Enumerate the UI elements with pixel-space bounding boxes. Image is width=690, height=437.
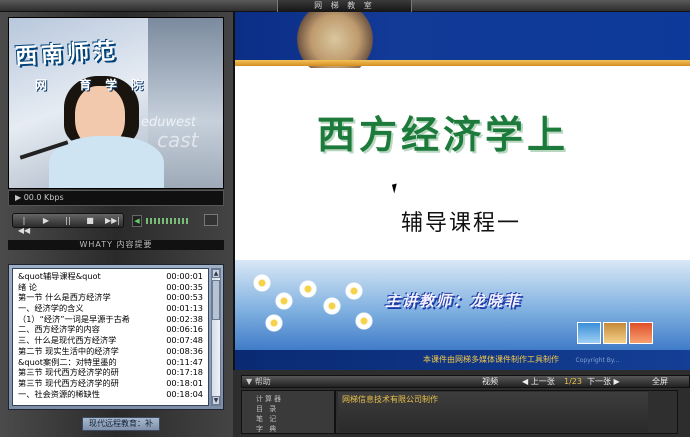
list-item[interactable]: 第一节 什么是西方经济学 00:00:53 <box>15 292 206 303</box>
slide-footer-text: 本课件由网梯多媒体课件制作工具制作 <box>423 355 559 364</box>
stop-button[interactable]: ■ <box>83 216 97 226</box>
help-menu[interactable]: ▼ 帮助 <box>246 376 271 387</box>
flower-icon <box>299 280 317 298</box>
institution-footer: 现代远程教育：补 <box>82 417 160 431</box>
playback-controls: |◀◀ ▶ || ■ ▶▶| ◀ <box>8 210 224 235</box>
slide-footer-copyright: Copyright By... <box>575 357 620 364</box>
marquee-text: 网梯信息技术有限公司制作 <box>342 395 438 404</box>
list-item[interactable]: 一、经济学的含义 00:01:13 <box>15 303 206 314</box>
contents-header: WHATY 内容提要 <box>8 240 224 250</box>
flower-icon <box>253 274 271 292</box>
landscape-icon <box>577 322 601 344</box>
outline-scrollbar[interactable]: ▲ ▼ <box>211 268 221 406</box>
outline-list: &quot辅导课程&quot 00:00:01 绪 论 00:00:35 第一节 什… <box>12 268 209 406</box>
flower-icon <box>355 312 373 330</box>
school-logo-line1: 西南师范 <box>14 38 120 70</box>
slide-view: 西方经济学上 辅导课程一 主讲教师：龙晓菲 本课件由网梯多媒体课件制作工具制作 … <box>233 12 690 370</box>
video-player[interactable]: 西南师范 网 育学院 eduwest cast <box>8 17 224 189</box>
lecturer-name: 主讲教师：龙晓菲 <box>385 292 522 310</box>
info-marquee: 网梯信息技术有限公司制作 <box>335 390 678 434</box>
skip-back-button[interactable]: |◀◀ <box>17 216 31 235</box>
list-item[interactable]: 第三节 现代西方经济学的研 00:18:01 <box>15 378 206 389</box>
bottom-toolbar: ▼ 帮助 视频 ◀ 上一张 1/23 下一张 ▶ 全屏 计算器 目 录 笔 记 … <box>233 370 690 437</box>
list-item[interactable]: 三、什么是现代西方经济学 00:07:48 <box>15 335 206 346</box>
minimize-video-button[interactable] <box>204 214 218 226</box>
apple-icon <box>629 322 653 344</box>
list-item[interactable]: &quot案例二：对特里墨的 00:11:47 <box>15 357 206 368</box>
scroll-thumb[interactable] <box>212 280 220 320</box>
scroll-down-arrow-icon[interactable]: ▼ <box>212 396 220 405</box>
list-item[interactable]: 第二节 现实生活中的经济学 00:08:36 <box>15 346 206 357</box>
left-panel: 西南师范 网 育学院 eduwest cast ▶ 00.0 Kbps |◀◀ … <box>0 12 233 437</box>
list-item[interactable]: 二、西方经济学的内容 00:06:16 <box>15 324 206 335</box>
toolbar-bar: ▼ 帮助 视频 ◀ 上一张 1/23 下一张 ▶ 全屏 <box>241 375 690 388</box>
flower-icon <box>323 297 341 315</box>
flower-icon <box>265 314 283 332</box>
catalog-tool[interactable]: 目 录 <box>256 404 278 414</box>
play-button[interactable]: ▶ <box>39 216 53 226</box>
list-item[interactable]: 绪 论 00:00:35 <box>15 282 206 293</box>
window-title-tab: 网 梯 教 室 <box>277 0 412 12</box>
scroll-up-arrow-icon[interactable]: ▲ <box>212 269 220 278</box>
page-indicator: 1/23 <box>564 377 582 386</box>
list-item[interactable]: &quot辅导课程&quot 00:00:01 <box>15 271 206 282</box>
player-brand: WHATY <box>79 240 113 249</box>
pause-button[interactable]: || <box>61 216 75 226</box>
book-icon <box>603 322 627 344</box>
marquee-inner: 网梯信息技术有限公司制作 <box>338 392 648 432</box>
slide-title: 西方经济学上 <box>317 112 570 157</box>
tools-panel: 计算器 目 录 笔 记 字 典 <box>241 390 335 434</box>
decorative-icon-group <box>577 322 657 344</box>
school-logo-line2: 网 育学院 <box>35 78 158 92</box>
list-item[interactable]: 第三节 现代西方经济学的研 00:17:18 <box>15 367 206 378</box>
volume-control[interactable]: ◀ <box>132 215 190 227</box>
outline-panel: &quot辅导课程&quot 00:00:01 绪 论 00:00:35 第一节 什… <box>8 264 224 410</box>
slide-footer-band: 本课件由网梯多媒体课件制作工具制作 Copyright By... <box>235 350 690 370</box>
list-item[interactable]: （1）“经济”一词是早源于古希 00:02:38 <box>15 314 206 325</box>
flower-icon <box>345 282 363 300</box>
volume-slider[interactable] <box>146 218 188 224</box>
list-item[interactable]: 一、社会资源的稀缺性 00:18:04 <box>15 389 206 400</box>
prev-slide-button[interactable]: ◀ 上一张 <box>522 376 555 387</box>
video-toggle-button[interactable]: 视频 <box>482 376 498 387</box>
bitrate-status: ▶ 00.0 Kbps <box>8 190 224 206</box>
contents-label: 内容提要 <box>116 240 153 249</box>
skip-forward-button[interactable]: ▶▶| <box>105 216 120 226</box>
next-slide-button[interactable]: 下一张 ▶ <box>587 376 620 387</box>
gold-stripe <box>235 60 690 66</box>
speaker-icon[interactable]: ◀ <box>132 215 142 227</box>
flower-icon <box>275 292 293 310</box>
transport-buttons: |◀◀ ▶ || ■ ▶▶| <box>12 213 124 235</box>
notes-tool[interactable]: 笔 记 <box>256 414 278 424</box>
slide-subtitle: 辅导课程一 <box>401 211 522 236</box>
window-header: 网 梯 教 室 <box>0 0 690 12</box>
dictionary-tool[interactable]: 字 典 <box>256 424 278 434</box>
fullscreen-button[interactable]: 全屏 <box>652 376 668 387</box>
calculator-tool[interactable]: 计算器 <box>256 394 283 404</box>
video-watermark-2: cast <box>157 128 199 152</box>
